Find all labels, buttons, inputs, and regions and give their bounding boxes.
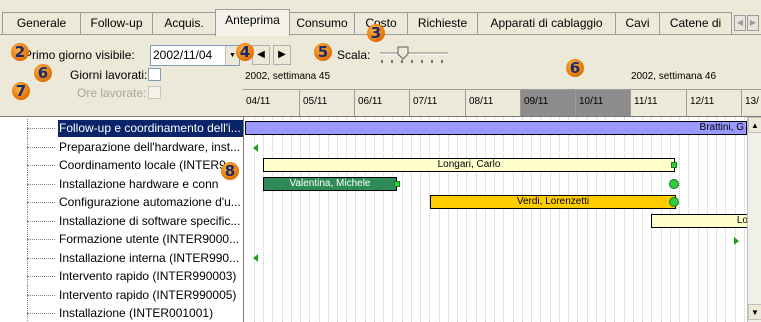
task-label: Intervento rapido (INTER990005): [59, 288, 237, 302]
gantt-bar[interactable]: Verdi, Lorenzetti: [430, 195, 676, 209]
tab-scroll-left-icon[interactable]: ◀: [734, 15, 746, 31]
gantt-bar-label: Valentina, Michele: [289, 178, 371, 189]
task-label: Formazione utente (INTER9000...: [59, 232, 240, 246]
tab-anteprima[interactable]: Anteprima: [215, 9, 290, 36]
scroll-down-icon[interactable]: ▼: [748, 304, 761, 320]
tab-generale[interactable]: Generale: [2, 12, 81, 34]
task-label: Installazione di software specific...: [59, 214, 241, 228]
task-row[interactable]: Intervento rapido (INTER990003): [0, 267, 243, 286]
callout-badge: 4: [236, 43, 254, 61]
first-visible-day-value: 2002/11/04: [153, 48, 213, 62]
gantt-bar-label: Lo: [736, 215, 747, 226]
callout-badge: 5: [314, 43, 332, 61]
day-column-header-weekend: 09/11: [520, 90, 575, 116]
day-column-header: 11/11: [630, 90, 686, 116]
gantt-bar[interactable]: Longari, Carlo: [263, 158, 675, 172]
day-column-header-weekend: 10/11: [575, 90, 630, 116]
scale-slider[interactable]: [378, 44, 450, 68]
task-label: Coordinamento locale (INTER9: [59, 158, 226, 172]
task-label: Installazione hardware e conn: [59, 177, 219, 191]
bar-end-handle-icon[interactable]: [394, 181, 400, 187]
task-label: Preparazione dell'hardware, inst...: [59, 140, 241, 154]
callout-badge: 8: [221, 162, 239, 180]
day-column-header: 13/: [741, 90, 761, 116]
tab-scroll-right-icon[interactable]: ▶: [747, 15, 759, 31]
day-column-header: 07/11: [409, 90, 465, 116]
task-label: Intervento rapido (INTER990003): [59, 269, 237, 283]
milestone-dot-icon[interactable]: [669, 197, 679, 207]
day-column-header: 12/11: [686, 90, 741, 116]
task-row[interactable]: Follow-up e coordinamento dell'i...: [0, 119, 243, 138]
worked-days-checkbox[interactable]: [148, 68, 161, 81]
bar-end-handle-icon[interactable]: [671, 162, 677, 168]
task-row[interactable]: Installazione di software specific...: [0, 212, 243, 231]
task-label: Configurazione automazione d'u...: [59, 195, 241, 209]
timeline-header: 2002, settimana 45 2002, settimana 46 04…: [243, 67, 761, 117]
task-row[interactable]: Installazione hardware e conn: [0, 175, 243, 194]
week-label: 2002, settimana 45: [245, 71, 331, 82]
task-row[interactable]: Installazione interna (INTER990...: [0, 249, 243, 268]
gantt-bar-label: Brattini, G: [699, 122, 744, 133]
next-week-button[interactable]: ▶: [273, 45, 291, 65]
gantt-bar[interactable]: Brattini, G: [245, 121, 747, 135]
scale-label: Scala:: [337, 48, 371, 62]
callout-badge: 7: [12, 82, 30, 100]
tab-catene-di[interactable]: Catene di: [659, 12, 732, 34]
tab-acquis[interactable]: Acquis.: [152, 12, 216, 34]
tab-apparati-di-cablaggio[interactable]: Apparati di cablaggio: [477, 12, 616, 34]
gantt-bar[interactable]: Valentina, Michele: [263, 177, 397, 191]
vertical-scrollbar[interactable]: ▲ ▼: [747, 117, 761, 322]
task-row[interactable]: Coordinamento locale (INTER9: [0, 156, 243, 175]
callout-badge: 6: [566, 59, 584, 77]
tab-richieste[interactable]: Richieste: [407, 12, 478, 34]
task-row[interactable]: Configurazione automazione d'u...: [0, 193, 243, 212]
scroll-up-icon[interactable]: ▲: [748, 117, 761, 133]
tab-follow-up[interactable]: Follow-up: [80, 12, 153, 34]
gantt-chart-area[interactable]: Brattini, G Longari, Carlo Valentina, Mi…: [244, 117, 747, 322]
task-row[interactable]: Installazione (INTER001001): [0, 304, 243, 322]
callout-badge: 6: [34, 64, 52, 82]
task-row[interactable]: Formazione utente (INTER9000...: [0, 230, 243, 249]
day-column-header: 06/11: [354, 90, 409, 116]
week-label: 2002, settimana 46: [631, 71, 717, 82]
arrow-left-icon: ◀: [257, 49, 265, 60]
task-list: Follow-up e coordinamento dell'i... Prep…: [0, 117, 244, 322]
gantt-bar-label: Verdi, Lorenzetti: [516, 196, 590, 207]
worked-hours-label: Ore lavorate:: [77, 86, 147, 100]
task-label: Follow-up e coordinamento dell'i...: [58, 120, 243, 137]
worked-hours-checkbox[interactable]: [148, 86, 161, 99]
milestone-right-marker-icon: [734, 237, 739, 245]
timeline-header-divider: [243, 89, 761, 90]
worked-days-label: Giorni lavorati:: [70, 68, 148, 82]
callout-badge: 3: [367, 24, 385, 42]
first-visible-day-combo[interactable]: 2002/11/04 ▼: [150, 45, 240, 66]
callout-badge: 2: [11, 43, 29, 61]
day-column-header: 05/11: [299, 90, 354, 116]
task-row[interactable]: Intervento rapido (INTER990005): [0, 286, 243, 305]
gantt-bar-label: Longari, Carlo: [437, 159, 501, 170]
milestone-left-marker-icon: [253, 254, 258, 262]
tab-cavi[interactable]: Cavi: [615, 12, 660, 34]
task-label: Installazione (INTER001001): [59, 306, 214, 320]
tab-consumo[interactable]: Consumo: [289, 12, 355, 34]
arrow-right-icon: ▶: [278, 49, 286, 60]
day-column-header: 04/11: [246, 96, 271, 107]
slider-thumb[interactable]: [397, 46, 409, 60]
gantt-bar[interactable]: Lo: [651, 214, 747, 228]
previous-week-button[interactable]: ◀: [252, 45, 270, 65]
first-visible-day-label: Primo giorno visibile:: [24, 48, 135, 62]
milestone-left-marker-icon: [253, 144, 258, 152]
task-label: Installazione interna (INTER990...: [59, 251, 240, 265]
milestone-dot-icon[interactable]: [669, 179, 679, 189]
task-row[interactable]: Preparazione dell'hardware, inst...: [0, 138, 243, 157]
day-column-header: 08/11: [465, 90, 520, 116]
